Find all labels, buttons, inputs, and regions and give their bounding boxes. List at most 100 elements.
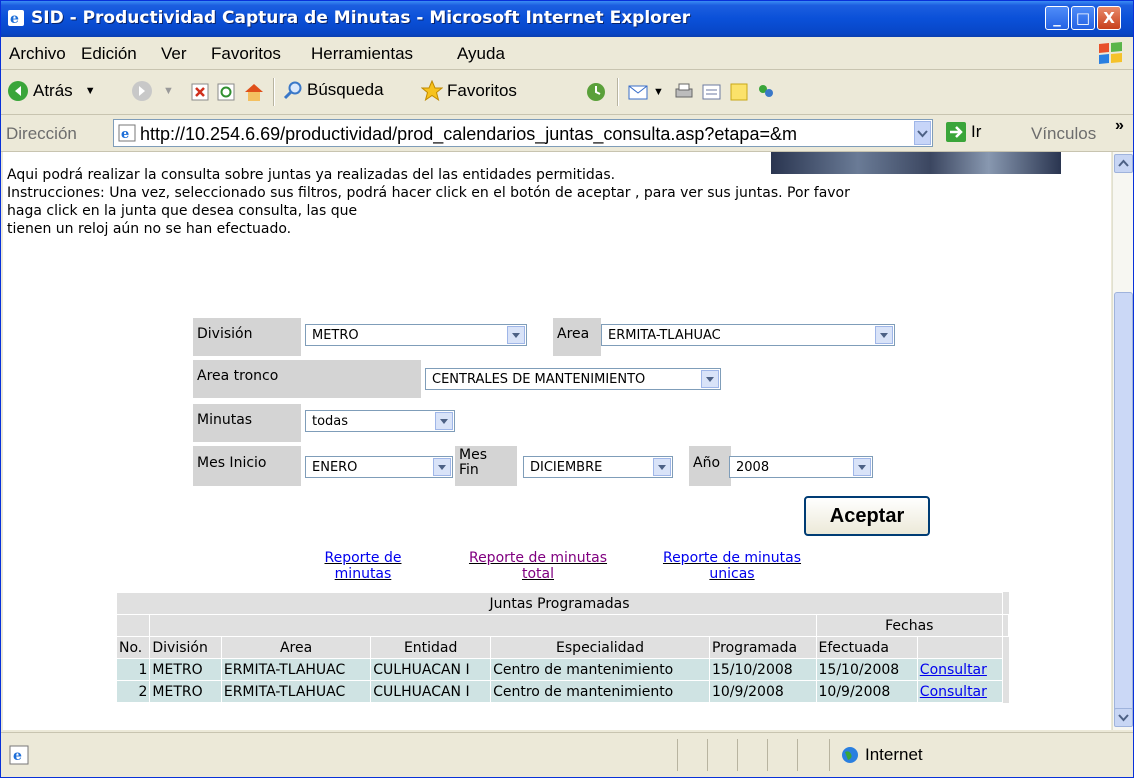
- status-bar: e Internet: [1, 732, 1133, 777]
- area-label: Area: [553, 318, 601, 356]
- mes-inicio-value: ENERO: [312, 460, 358, 475]
- intro-line: Aqui podrá realizar la consulta sobre ju…: [7, 167, 616, 183]
- chevron-down-icon: [701, 370, 719, 388]
- mes-inicio-select[interactable]: ENERO: [305, 456, 453, 478]
- column-header: Programada: [708, 636, 817, 659]
- cell-programada: 10/9/2008: [708, 680, 817, 703]
- refresh-icon[interactable]: [217, 83, 235, 101]
- mes-fin-select[interactable]: DICIEMBRE: [523, 456, 673, 478]
- menu-herramientas[interactable]: Herramientas: [311, 44, 413, 64]
- scroll-thumb[interactable]: [1114, 292, 1133, 712]
- area-value: ERMITA-TLAHUAC: [608, 328, 721, 343]
- history-icon[interactable]: [585, 81, 607, 103]
- column-header: No.: [115, 636, 151, 659]
- windows-logo-icon: [1099, 42, 1122, 64]
- menu-archivo[interactable]: Archivo: [9, 44, 66, 64]
- favorites-label: Favoritos: [447, 81, 517, 100]
- search-button[interactable]: Búsqueda: [283, 80, 384, 100]
- vertical-scrollbar[interactable]: [1112, 152, 1133, 730]
- link-line: total: [521, 566, 554, 582]
- minutas-label: Minutas: [193, 404, 301, 442]
- division-label: División: [193, 318, 301, 356]
- browser-window: e SID - Productividad Captura de Minutas…: [0, 0, 1134, 778]
- mail-dropdown-icon[interactable]: ▼: [653, 86, 664, 98]
- page-status-icon: e: [9, 745, 29, 765]
- table-header-row: No. División Area Entidad Especialidad P…: [115, 636, 1009, 659]
- forward-button[interactable]: ▼: [131, 80, 174, 102]
- mes-fin-label-line: Mes: [459, 447, 487, 463]
- intro-line: haga click en la junta que desea consult…: [7, 203, 358, 219]
- area-tronco-select[interactable]: CENTRALES DE MANTENIMIENTO: [425, 368, 721, 390]
- division-value: METRO: [312, 328, 359, 343]
- scroll-down-icon[interactable]: [1114, 708, 1133, 727]
- mes-fin-label-line: Fin: [459, 462, 479, 478]
- accept-button[interactable]: Aceptar: [804, 496, 930, 536]
- page-content: Aqui podrá realizar la consulta sobre ju…: [3, 152, 1111, 730]
- menu-ayuda[interactable]: Ayuda: [457, 44, 505, 64]
- cell-area: ERMITA-TLAHUAC: [220, 658, 372, 681]
- report-minutas-link[interactable]: Reporte de minutas: [303, 550, 423, 582]
- menu-edicion[interactable]: Edición: [81, 44, 137, 64]
- column-header: Area: [220, 636, 372, 659]
- anio-select[interactable]: 2008: [729, 456, 873, 478]
- minimize-button[interactable]: _: [1045, 6, 1069, 30]
- address-dropdown-icon[interactable]: [914, 121, 931, 145]
- window-title: SID - Productividad Captura de Minutas -…: [31, 8, 691, 28]
- back-dropdown-icon[interactable]: ▼: [85, 85, 96, 97]
- consultar-link[interactable]: Consultar: [920, 684, 987, 700]
- back-button[interactable]: Atrás ▼: [7, 80, 96, 102]
- discuss-icon[interactable]: [729, 82, 749, 102]
- address-input[interactable]: e http://10.254.6.69/productividad/prod_…: [113, 119, 933, 147]
- chevron-down-icon: [435, 412, 453, 430]
- juntas-table: Juntas Programadas Fechas No. División A…: [115, 592, 1009, 703]
- links-label[interactable]: Vínculos: [1031, 124, 1096, 144]
- report-minutas-total-link[interactable]: Reporte de minutas total: [443, 550, 633, 582]
- anio-label: Año: [689, 446, 731, 486]
- chevron-down-icon: [875, 326, 893, 344]
- area-tronco-label: Area tronco: [193, 360, 421, 398]
- toolbar: Atrás ▼ ▼ Búsqueda Favoritos ▼: [1, 70, 1133, 115]
- forward-arrow-icon: [132, 81, 152, 101]
- report-minutas-unicas-link[interactable]: Reporte de minutas unicas: [637, 550, 827, 582]
- minutas-select[interactable]: todas: [305, 410, 455, 432]
- scroll-up-icon[interactable]: [1114, 154, 1133, 173]
- mes-fin-label: Mes Fin: [455, 446, 517, 486]
- star-icon: [421, 80, 443, 102]
- menu-ver[interactable]: Ver: [161, 44, 187, 64]
- consultar-link[interactable]: Consultar: [920, 662, 987, 678]
- division-select[interactable]: METRO: [305, 324, 527, 346]
- svg-text:e: e: [13, 748, 22, 764]
- home-icon[interactable]: [243, 81, 265, 103]
- menu-favoritos[interactable]: Favoritos: [211, 44, 281, 64]
- svg-text:e: e: [10, 11, 19, 27]
- intro-line: Instrucciones: Una vez, seleccionado sus…: [7, 185, 850, 201]
- link-line: unicas: [709, 566, 755, 582]
- chevron-down-icon: [853, 458, 871, 476]
- messenger-icon[interactable]: [755, 81, 777, 103]
- forward-dropdown-icon[interactable]: ▼: [163, 85, 174, 97]
- favorites-button[interactable]: Favoritos: [421, 80, 517, 102]
- cell-division: METRO: [149, 658, 222, 681]
- maximize-button[interactable]: □: [1071, 6, 1095, 30]
- globe-icon: [842, 747, 858, 763]
- table-row: 2 METRO ERMITA-TLAHUAC CULHUACAN I Centr…: [115, 680, 1009, 703]
- edit-icon[interactable]: [701, 82, 723, 102]
- zone-label: Internet: [865, 745, 923, 764]
- print-icon[interactable]: [673, 82, 695, 102]
- stop-icon[interactable]: [191, 83, 209, 101]
- go-button[interactable]: Ir: [945, 121, 981, 143]
- page-icon: e: [118, 124, 136, 142]
- intro-line: tienen un reloj aún no se han efectuado.: [7, 221, 292, 237]
- close-button[interactable]: X: [1097, 6, 1121, 30]
- column-header: Especialidad: [490, 636, 710, 659]
- back-label: Atrás: [33, 81, 73, 100]
- cell-entidad: CULHUACAN I: [370, 680, 492, 703]
- mail-icon[interactable]: [627, 81, 653, 103]
- ie-icon: e: [8, 10, 24, 27]
- area-select[interactable]: ERMITA-TLAHUAC: [601, 324, 895, 346]
- area-tronco-value: CENTRALES DE MANTENIMIENTO: [432, 372, 646, 387]
- chevron-down-icon: [653, 458, 671, 476]
- chevron-right-icon[interactable]: »: [1115, 117, 1124, 135]
- link-line: Reporte de minutas: [468, 550, 608, 566]
- column-header: División: [149, 636, 222, 659]
